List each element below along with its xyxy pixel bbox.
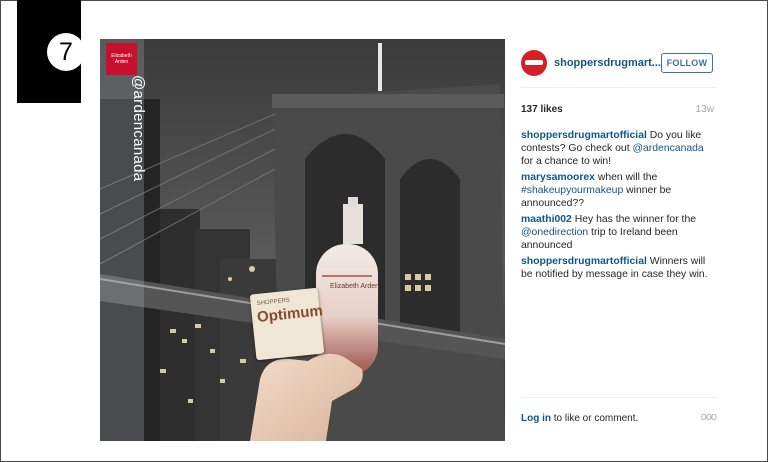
comment-item: marysamoorex when will the #shakeupyourm…: [521, 171, 715, 210]
comment-author[interactable]: marysamoorex: [521, 172, 595, 183]
header-divider: [521, 87, 717, 88]
comment-text: when will the: [594, 172, 658, 183]
comment-author[interactable]: maathi002: [521, 214, 572, 225]
comment-list: shoppersdrugmartofficial Do you like con…: [521, 129, 715, 284]
post-photo[interactable]: Elizabeth Arden @ardencanada SHOPPERS Op…: [100, 39, 505, 441]
post-username[interactable]: shoppersdrugmart...: [554, 57, 661, 69]
bridge-scene: [100, 39, 505, 441]
comment-author[interactable]: shoppersdrugmartofficial: [521, 130, 647, 141]
post-timestamp[interactable]: 13w: [690, 104, 714, 115]
handle-overlay-text: @ardencanada: [130, 75, 147, 182]
footer-divider: [521, 397, 717, 398]
comment-item: maathi002 Hey has the winner for the @on…: [521, 213, 715, 252]
login-prompt: Log in to like or comment.: [521, 413, 638, 424]
avatar-logo-mark: [525, 60, 543, 65]
comment-mention[interactable]: @ardencanada: [632, 143, 703, 154]
avatar[interactable]: [521, 50, 547, 76]
bottle-label: Elizabeth Arden: [330, 283, 380, 290]
comment-hashtag[interactable]: #shakeupyourmakeup: [521, 185, 623, 196]
login-link[interactable]: Log in: [521, 413, 551, 424]
comment-text: for a chance to win!: [521, 156, 612, 167]
comment-author[interactable]: shoppersdrugmartofficial: [521, 256, 647, 267]
comment-mention[interactable]: @onedirection: [521, 227, 588, 238]
elizabeth-arden-logo: Elizabeth Arden: [106, 43, 137, 75]
more-options-icon[interactable]: ooo: [698, 411, 717, 423]
optimum-card: SHOPPERS Optimum: [249, 287, 325, 361]
login-prompt-text: to like or comment.: [551, 413, 639, 424]
comment-item: shoppersdrugmartofficial Winners will be…: [521, 255, 715, 281]
comment-item: shoppersdrugmartofficial Do you like con…: [521, 129, 715, 168]
slide-number-block: 7: [17, 0, 85, 103]
follow-button[interactable]: FOLLOW: [661, 53, 713, 73]
slide-number: 7: [47, 33, 85, 71]
comment-text: Hey has the winner for the: [571, 214, 697, 225]
likes-count[interactable]: 137 likes: [521, 104, 563, 115]
